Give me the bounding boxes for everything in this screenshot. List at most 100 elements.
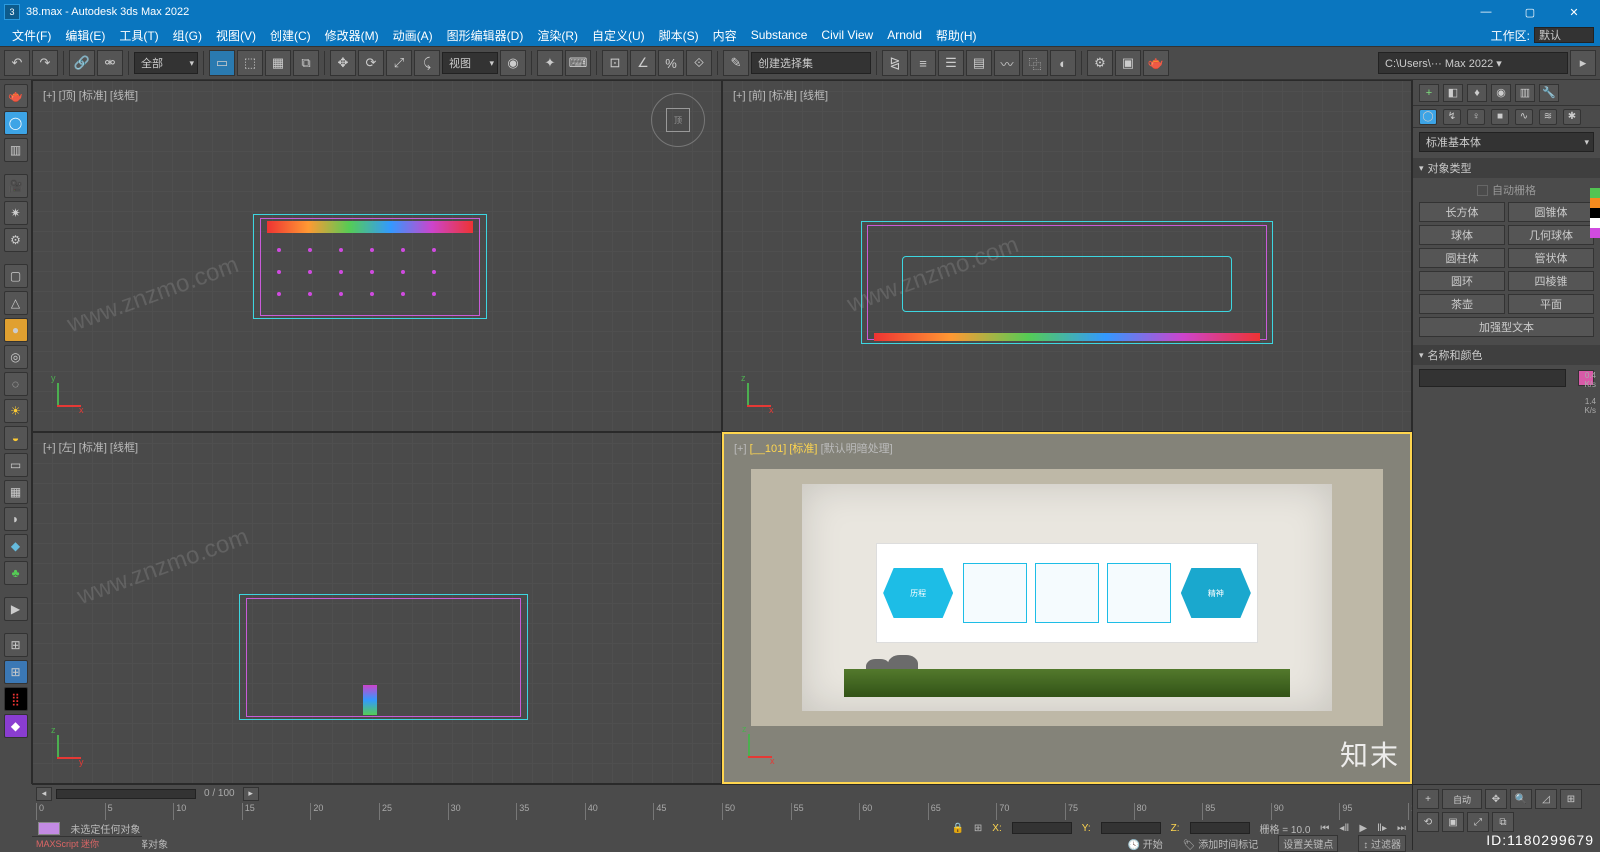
maximize-viewport-icon[interactable]: ▣ (1442, 812, 1464, 832)
render-dock-icon[interactable]: ⚙ (4, 228, 28, 252)
menu-script[interactable]: 脚本(S) (653, 25, 705, 46)
render-frame-button[interactable]: ▣ (1115, 50, 1141, 76)
spinner-snap-button[interactable]: ⟐ (686, 50, 712, 76)
display-tab-icon[interactable]: ▥ (1515, 84, 1535, 102)
undo-button[interactable]: ↶ (4, 50, 30, 76)
iso-icon[interactable]: ⊞ (4, 633, 28, 657)
angle-snap-button[interactable]: ∠ (630, 50, 656, 76)
stats-icon[interactable]: ⣿ (4, 687, 28, 711)
manip-button[interactable]: ✦ (537, 50, 563, 76)
pan-icon[interactable]: ✥ (1485, 789, 1507, 809)
cube-dock-icon[interactable]: ▢ (4, 264, 28, 288)
quadview-icon[interactable]: ⊞ (4, 660, 28, 684)
menu-edit[interactable]: 编辑(E) (59, 25, 111, 46)
filter-scope-combo[interactable]: 全部 (134, 52, 198, 74)
y-input[interactable] (1101, 822, 1161, 834)
object-name-input[interactable] (1419, 369, 1566, 387)
selection-lock-indicator[interactable] (38, 822, 60, 835)
zoom-extents-icon[interactable]: ⤢ (1467, 812, 1489, 832)
redo-button[interactable]: ↷ (32, 50, 58, 76)
zoom-all-icon[interactable]: ⊞ (1560, 789, 1582, 809)
tube-dock-icon[interactable]: ◎ (4, 345, 28, 369)
plant-icon[interactable]: ♣ (4, 561, 28, 585)
layers-button[interactable]: ☰ (938, 50, 964, 76)
menu-arnold[interactable]: Arnold (881, 26, 928, 44)
time-ruler[interactable]: 0510152025303540455055606570758085909510… (36, 803, 1408, 821)
select-button[interactable]: ▭ (209, 50, 235, 76)
auto-key-button[interactable]: 自动 (1442, 789, 1482, 809)
rollout-name-color[interactable]: 名称和颜色 (1413, 345, 1600, 365)
area-icon[interactable]: ▭ (4, 453, 28, 477)
menu-file[interactable]: 文件(F) (6, 25, 57, 46)
viewcube-icon[interactable]: 顶 (651, 93, 705, 147)
shapes-icon[interactable]: ↯ (1443, 109, 1461, 125)
render-production-button[interactable]: 🫖 (1143, 50, 1169, 76)
modify-tab-icon[interactable]: ◧ (1443, 84, 1463, 102)
maximize-button[interactable]: ▢ (1508, 0, 1552, 24)
x-input[interactable] (1012, 822, 1072, 834)
select-crossing-button[interactable]: ⧉ (293, 50, 319, 76)
play-button[interactable]: ▶ (1359, 823, 1367, 834)
select-window-button[interactable]: ▦ (265, 50, 291, 76)
key-plus-icon[interactable]: + (1417, 789, 1439, 809)
add-time-tag[interactable]: 🏷 添加时间标记 (1183, 836, 1258, 851)
curve-editor-button[interactable]: 〰 (994, 50, 1020, 76)
placement-button[interactable]: ⤹ (414, 50, 440, 76)
helpers-icon[interactable]: ∿ (1515, 109, 1533, 125)
autogrid-checkbox[interactable]: 自动栅格 (1413, 178, 1600, 202)
step-fwd-button[interactable]: Ⅱ▸ (1377, 823, 1387, 834)
light-icon[interactable]: ✷ (4, 201, 28, 225)
cone-dock-icon[interactable]: △ (4, 291, 28, 315)
menu-substance[interactable]: Substance (745, 26, 814, 44)
teapot-icon[interactable]: 🫖 (4, 84, 28, 108)
lock-icon[interactable]: 🔒 (951, 823, 963, 834)
minimize-button[interactable]: — (1464, 0, 1508, 24)
category-combo[interactable]: 标准基本体 (1419, 132, 1594, 152)
close-button[interactable]: ✕ (1552, 0, 1596, 24)
cylinder-button[interactable]: 圆柱体 (1419, 248, 1505, 268)
geometry-icon[interactable]: ◯ (1419, 109, 1437, 125)
rotate-button[interactable]: ⟳ (358, 50, 384, 76)
display-icon[interactable]: ▥ (4, 138, 28, 162)
render-setup-button[interactable]: ⚙ (1087, 50, 1113, 76)
schematic-button[interactable]: ⿻ (1022, 50, 1048, 76)
camera-icon[interactable]: 🎥 (4, 174, 28, 198)
sphere-icon[interactable]: ◯ (4, 111, 28, 135)
zoom-icon[interactable]: 🔍 (1510, 789, 1532, 809)
viewport-front[interactable]: [+] [前] [标准] [线框] zx www.znzmo.com (722, 80, 1412, 432)
material-editor-button[interactable]: ◐ (1050, 50, 1076, 76)
keyboard-button[interactable]: ⌨ (565, 50, 591, 76)
align-button[interactable]: ≡ (910, 50, 936, 76)
scale-button[interactable]: ⤢ (386, 50, 412, 76)
menu-create[interactable]: 创建(C) (264, 25, 317, 46)
menu-animation[interactable]: 动画(A) (387, 25, 439, 46)
goto-end-button[interactable]: ⏭ (1397, 823, 1406, 834)
menu-view[interactable]: 视图(V) (210, 25, 262, 46)
maxscript-mini[interactable]: MAXScript 迷你 (32, 836, 142, 850)
cameras-icon[interactable]: ■ (1491, 109, 1509, 125)
menu-content[interactable]: 内容 (707, 25, 743, 46)
fov-icon[interactable]: ◿ (1535, 789, 1557, 809)
time-slider[interactable] (56, 789, 196, 799)
time-slider-prev[interactable]: ◂ (36, 787, 52, 801)
menu-help[interactable]: 帮助(H) (930, 25, 983, 46)
select-rect-button[interactable]: ⬚ (237, 50, 263, 76)
workspace-selector[interactable] (1534, 27, 1594, 43)
menu-graph[interactable]: 图形编辑器(D) (441, 25, 530, 46)
move-button[interactable]: ✥ (330, 50, 356, 76)
begin-tag-label[interactable]: 🕓 开始 (1128, 836, 1163, 851)
menu-civilview[interactable]: Civil View (815, 26, 879, 44)
play-dock-icon[interactable]: ▶ (4, 597, 28, 621)
pivot-button[interactable]: ◉ (500, 50, 526, 76)
step-back-button[interactable]: ◂Ⅱ (1339, 823, 1349, 834)
utilities-tab-icon[interactable]: 🔧 (1539, 84, 1559, 102)
textplus-button[interactable]: 加强型文本 (1419, 317, 1594, 337)
orbit-icon[interactable]: ⟲ (1417, 812, 1439, 832)
sun-icon[interactable]: ☀ (4, 399, 28, 423)
rollout-object-type[interactable]: 对象类型 (1413, 158, 1600, 178)
motion-tab-icon[interactable]: ◉ (1491, 84, 1511, 102)
toggle-ribbon-button[interactable]: ▤ (966, 50, 992, 76)
geosphere-button[interactable]: 几何球体 (1508, 225, 1594, 245)
plane-button[interactable]: 平面 (1508, 294, 1594, 314)
lights-icon[interactable]: ♀ (1467, 109, 1485, 125)
